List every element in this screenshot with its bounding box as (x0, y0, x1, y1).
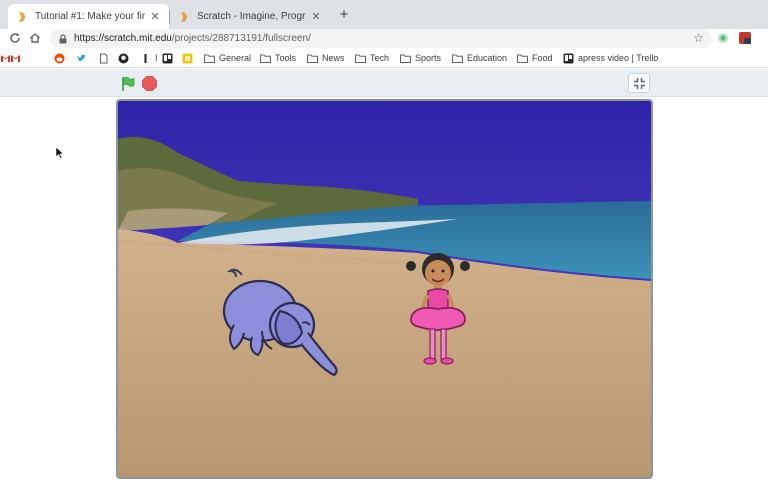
bookmark-item[interactable]: Sports (400, 51, 441, 65)
bookmark-item[interactable]: I (140, 51, 158, 65)
scratch-favicon-icon (181, 11, 187, 22)
reload-icon[interactable] (8, 31, 22, 45)
extension-icon[interactable] (716, 31, 730, 45)
gmail-icon (10, 53, 25, 64)
bookmark-item[interactable]: Tools (260, 51, 296, 65)
bookmarks-bar: I General Tools News Tech Sports Education Food… (0, 48, 768, 68)
stop-icon[interactable] (142, 76, 157, 91)
star-icon[interactable]: ☆ (693, 31, 704, 45)
green-flag-icon[interactable] (120, 76, 136, 92)
bookmark-item[interactable]: Tech (355, 51, 389, 65)
new-tab-button[interactable]: + (336, 6, 352, 24)
scratch-controls-bar (0, 69, 768, 97)
reddit-icon (54, 53, 69, 64)
bookmark-item[interactable]: News (307, 51, 345, 65)
home-icon[interactable] (28, 31, 42, 45)
bookmark-item[interactable] (54, 51, 69, 65)
beach-backdrop (118, 101, 651, 477)
close-tab-icon[interactable]: ✕ (310, 10, 322, 23)
bookmark-label: Sports (415, 53, 442, 63)
bookmark-label: Tools (275, 53, 297, 63)
trello-icon (162, 53, 177, 64)
extension-badge-icon[interactable] (738, 31, 752, 45)
bookmark-label: General (219, 53, 252, 63)
bookmark-item[interactable] (118, 51, 133, 65)
trello-icon (563, 53, 578, 64)
browser-toolbar: https://scratch.mit.edu/projects/2887131… (0, 29, 768, 48)
url-path: /projects/288713191/fullscreen/ (171, 33, 311, 44)
folder-icon (452, 53, 467, 64)
folder-icon (355, 53, 370, 64)
note-icon (182, 53, 197, 64)
bookmark-item[interactable]: Food (517, 51, 553, 65)
bookmark-label: Education (467, 53, 508, 63)
tab-title: Scratch - Imagine, Program, Sh (197, 11, 306, 22)
bookmark-label: apress video | Trello (578, 53, 659, 63)
folder-icon (307, 53, 322, 64)
tab-title: Tutorial #1: Make your first pro (35, 11, 145, 22)
bookmark-item[interactable]: General (204, 51, 251, 65)
exit-fullscreen-icon (634, 78, 645, 89)
bookmark-item[interactable] (10, 51, 25, 65)
folder-icon (517, 53, 532, 64)
lock-icon (59, 33, 67, 43)
bookmark-label: News (322, 53, 345, 63)
address-bar[interactable]: https://scratch.mit.edu/projects/2887131… (50, 29, 712, 48)
scratch-stage[interactable] (116, 99, 653, 479)
folder-icon (260, 53, 275, 64)
folder-icon (400, 53, 415, 64)
bookmark-label: I (155, 53, 158, 63)
twitter-icon (76, 53, 91, 64)
mouse-cursor-icon (56, 147, 64, 159)
bookmark-item[interactable]: Education (452, 51, 507, 65)
tab-strip: Tutorial #1: Make your first pro ✕ Scrat… (0, 0, 768, 29)
scratch-favicon-icon (19, 11, 25, 22)
page-icon (98, 53, 113, 64)
close-tab-icon[interactable]: ✕ (149, 10, 161, 23)
bookmark-item[interactable] (76, 51, 91, 65)
exit-fullscreen-button[interactable] (628, 73, 650, 93)
url-host: https://scratch.mit.edu (74, 33, 172, 44)
github-icon (118, 53, 133, 64)
bookmark-item[interactable]: apress video | Trello (563, 51, 658, 65)
bookmark-item[interactable] (162, 51, 177, 65)
tab-scratch-home[interactable]: Scratch - Imagine, Program, Sh ✕ (170, 4, 330, 29)
tab-tutorial[interactable]: Tutorial #1: Make your first pro ✕ (8, 4, 169, 29)
bookmark-item[interactable] (98, 51, 113, 65)
folder-icon (204, 53, 219, 64)
bookmark-label: Food (532, 53, 553, 63)
bookmark-label: Tech (370, 53, 390, 63)
bookmark-item[interactable] (182, 51, 197, 65)
instapaper-icon (140, 53, 155, 64)
